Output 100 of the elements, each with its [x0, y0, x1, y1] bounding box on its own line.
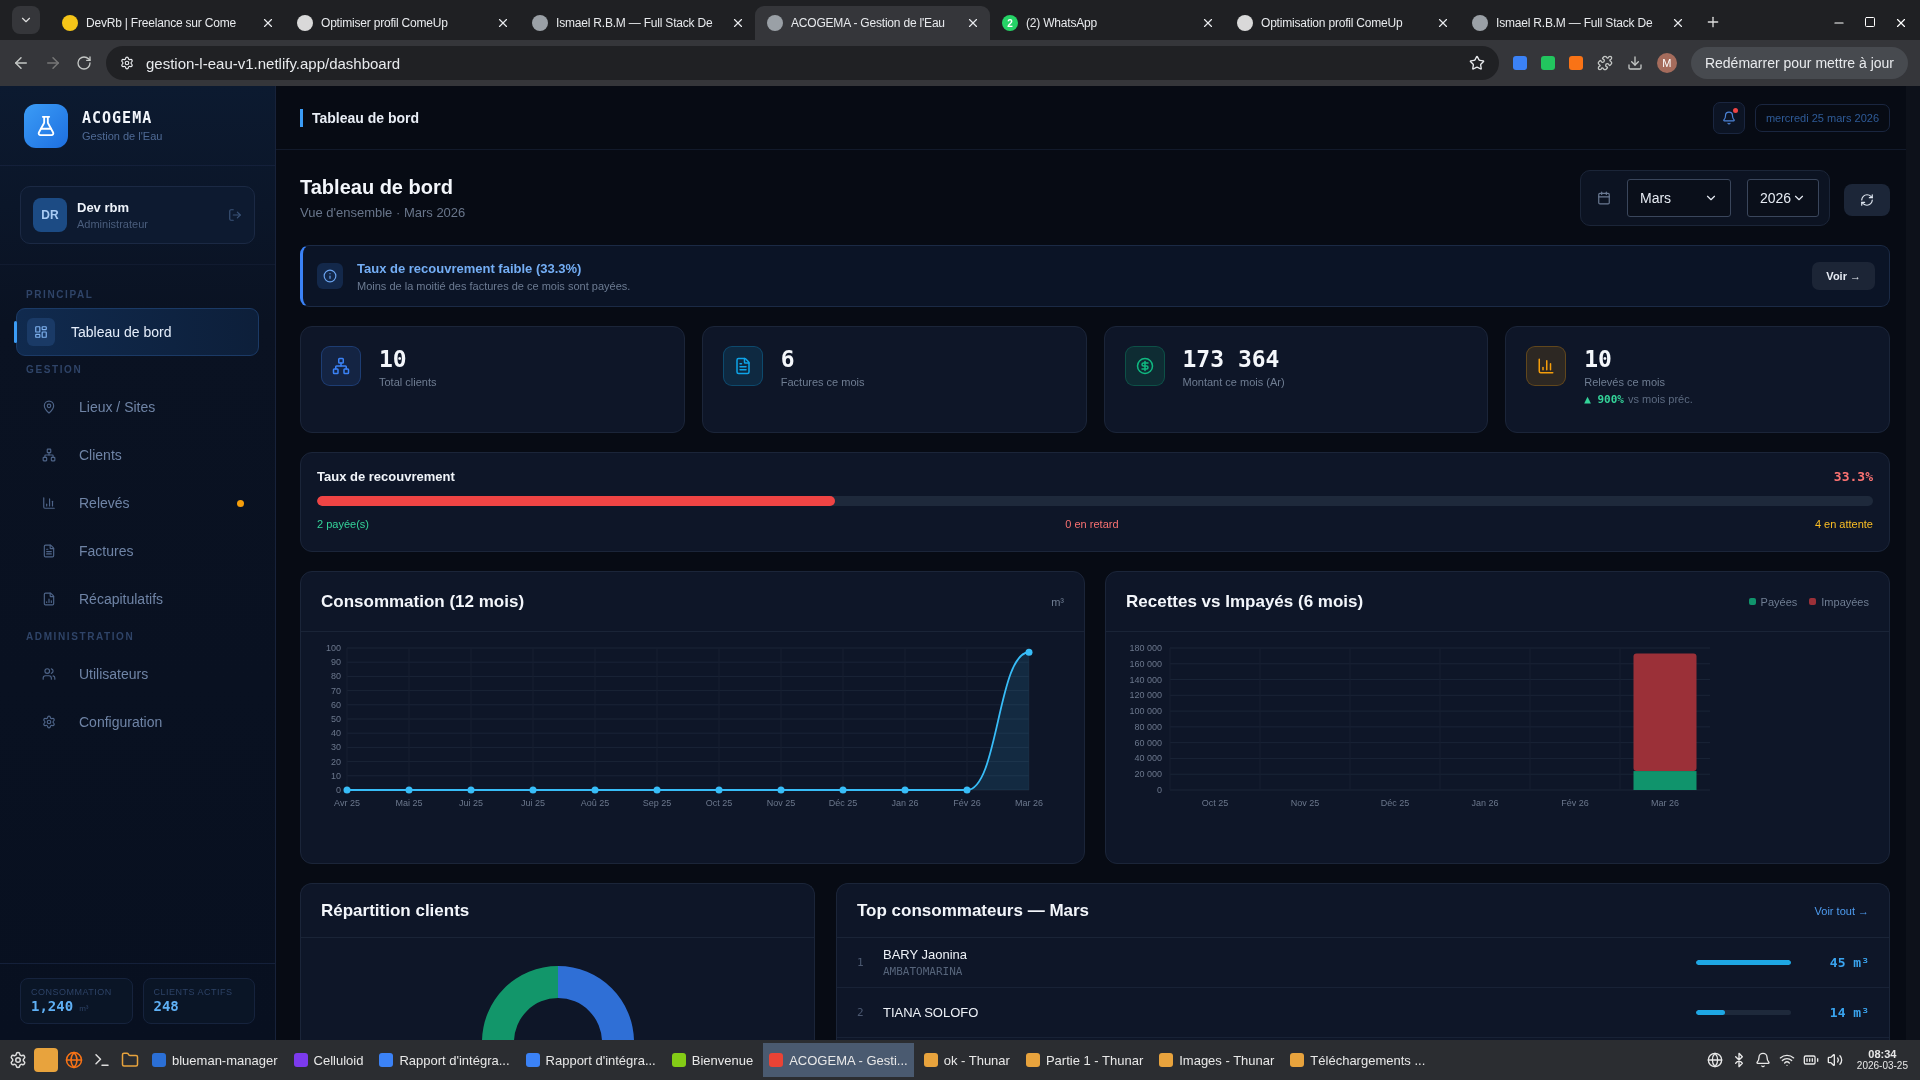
taskbar-item[interactable]: Rapport d'intégra...: [373, 1043, 516, 1077]
clock[interactable]: 08:34 2026-03-25: [1850, 1048, 1914, 1072]
browser-tab[interactable]: Optimiser profil ComeUp: [285, 6, 520, 40]
battery-icon[interactable]: [1802, 1052, 1819, 1068]
refresh-button[interactable]: [1844, 184, 1890, 216]
extension-icon[interactable]: [1568, 56, 1583, 70]
card-title: Répartition clients: [321, 900, 470, 921]
axis-label: 100: [325, 643, 341, 653]
notification-icon[interactable]: [1754, 1052, 1771, 1068]
wifi-icon[interactable]: [1778, 1052, 1795, 1068]
tab-search-button[interactable]: [12, 6, 40, 34]
nav-item[interactable]: Configuration: [16, 698, 259, 746]
taskbar-item[interactable]: ok - Thunar: [917, 1043, 1016, 1077]
close-icon[interactable]: [966, 16, 980, 30]
back-icon[interactable]: [12, 54, 30, 72]
unit-label: m³: [1051, 595, 1064, 608]
view-button[interactable]: Voir →: [1812, 262, 1875, 290]
browser-tab[interactable]: Ismael R.B.M — Full Stack De: [1460, 6, 1695, 40]
year-select[interactable]: 2026: [1747, 179, 1819, 217]
taskbar-item[interactable]: blueman-manager: [146, 1043, 284, 1077]
axis-label: 80 000: [1134, 721, 1162, 732]
axis-label: Déc 25: [1380, 798, 1410, 808]
recovery-rate: 33.3%: [1833, 469, 1873, 484]
nav-item[interactable]: Utilisateurs: [16, 650, 259, 698]
axis-label: Mai 25: [395, 798, 423, 808]
close-icon[interactable]: [261, 16, 275, 30]
close-icon[interactable]: [1671, 16, 1685, 30]
profile-avatar[interactable]: M: [1656, 53, 1677, 73]
taskbar-item[interactable]: Celluloid: [287, 1043, 370, 1077]
close-icon[interactable]: [1894, 16, 1908, 30]
browser-tab[interactable]: Optimisation profil ComeUp: [1225, 6, 1460, 40]
consumer-name: TIANA SOLOFO: [883, 1005, 979, 1020]
notification-button[interactable]: [1712, 101, 1745, 134]
axis-label: Mar 26: [1015, 798, 1043, 808]
site-settings-icon[interactable]: [120, 56, 134, 70]
month-select[interactable]: Mars: [1627, 179, 1731, 217]
nav-item[interactable]: Factures: [16, 527, 259, 575]
taskbar-item[interactable]: Téléchargements ...: [1284, 1043, 1432, 1077]
stat-value: 248: [153, 998, 179, 1014]
volume-icon[interactable]: [1826, 1052, 1843, 1068]
taskbar-item[interactable]: Bienvenue: [665, 1043, 760, 1077]
close-icon[interactable]: [731, 16, 745, 30]
axis-label: 70: [331, 685, 341, 696]
close-icon[interactable]: [496, 16, 510, 30]
card-title: Consommation (12 mois): [321, 591, 525, 612]
browser-tab[interactable]: ACOGEMA - Gestion de l'Eau: [755, 6, 990, 40]
app-icon: [379, 1053, 394, 1067]
axis-label: Jan 26: [1471, 798, 1499, 808]
axis-label: 30: [331, 742, 341, 753]
taskbar-item[interactable]: Partie 1 - Thunar: [1019, 1043, 1150, 1077]
axis-label: Sep 25: [642, 798, 672, 808]
extension-icon[interactable]: [1512, 56, 1527, 70]
app-icon: [1159, 1053, 1174, 1067]
bookmark-icon[interactable]: [1468, 55, 1485, 71]
taskbar-item[interactable]: Rapport d'intégra...: [519, 1043, 662, 1077]
close-icon[interactable]: [1436, 16, 1450, 30]
taskbar-item[interactable]: ACOGEMA - Gesti...: [763, 1043, 914, 1077]
axis-label: 40 000: [1134, 753, 1162, 764]
taskbar-item[interactable]: Images - Thunar: [1153, 1043, 1281, 1077]
breadcrumb: Tableau de bord: [300, 108, 420, 127]
new-tab-icon[interactable]: [1705, 14, 1721, 30]
kpi-value: 10: [1584, 346, 1613, 372]
kpi-value: 6: [780, 346, 796, 372]
axis-label: 90: [331, 657, 341, 668]
rank-number: 2: [857, 1006, 865, 1019]
download-icon[interactable]: [1626, 55, 1643, 71]
card-title: Taux de recouvrement: [317, 469, 455, 484]
address-field[interactable]: gestion-l-eau-v1.netlify.app/dashboard: [106, 46, 1499, 80]
nav-icon: [42, 544, 56, 558]
axis-label: Oct 25: [1201, 798, 1229, 808]
late-count: 0 en retard: [1065, 518, 1119, 530]
forward-icon[interactable]: [44, 54, 62, 72]
user-name: Dev rbm: [77, 200, 131, 215]
stat-label: CLIENTS ACTIFS: [153, 987, 234, 997]
axis-label: 60: [331, 699, 341, 710]
nav-item[interactable]: Tableau de bord: [16, 308, 259, 356]
axis-label: 40: [331, 728, 341, 739]
view-all-link[interactable]: Voir tout →: [1814, 904, 1869, 917]
close-icon[interactable]: [1201, 16, 1215, 30]
extension-icon[interactable]: [1540, 56, 1555, 70]
brand-tagline: Gestion de l'Eau: [82, 130, 163, 142]
axis-label: 120 000: [1129, 690, 1162, 701]
axis-label: Aoû 25: [580, 798, 610, 808]
browser-tab[interactable]: DevRb | Freelance sur Come: [50, 6, 285, 40]
kpi-value: 173 364: [1182, 346, 1281, 372]
browser-tab[interactable]: 2 (2) WhatsApp: [990, 6, 1225, 40]
axis-label: 10: [331, 770, 341, 781]
nav-icon: [42, 592, 56, 606]
stat-value: 1,240: [31, 998, 74, 1014]
nav-item[interactable]: Lieux / Sites: [16, 383, 259, 431]
extensions-icon[interactable]: [1596, 55, 1613, 71]
nav-item[interactable]: Clients: [16, 431, 259, 479]
user-avatar: DR: [33, 198, 67, 232]
nav-icon: [42, 448, 56, 462]
nav-item[interactable]: Relevés: [16, 479, 259, 527]
reload-icon[interactable]: [76, 55, 92, 71]
update-button[interactable]: Redémarrer pour mettre à jour: [1690, 47, 1908, 79]
browser-tab[interactable]: Ismael R.B.M — Full Stack De: [520, 6, 755, 40]
maximize-icon[interactable]: [1864, 16, 1876, 28]
nav-item[interactable]: Récapitulatifs: [16, 575, 259, 623]
